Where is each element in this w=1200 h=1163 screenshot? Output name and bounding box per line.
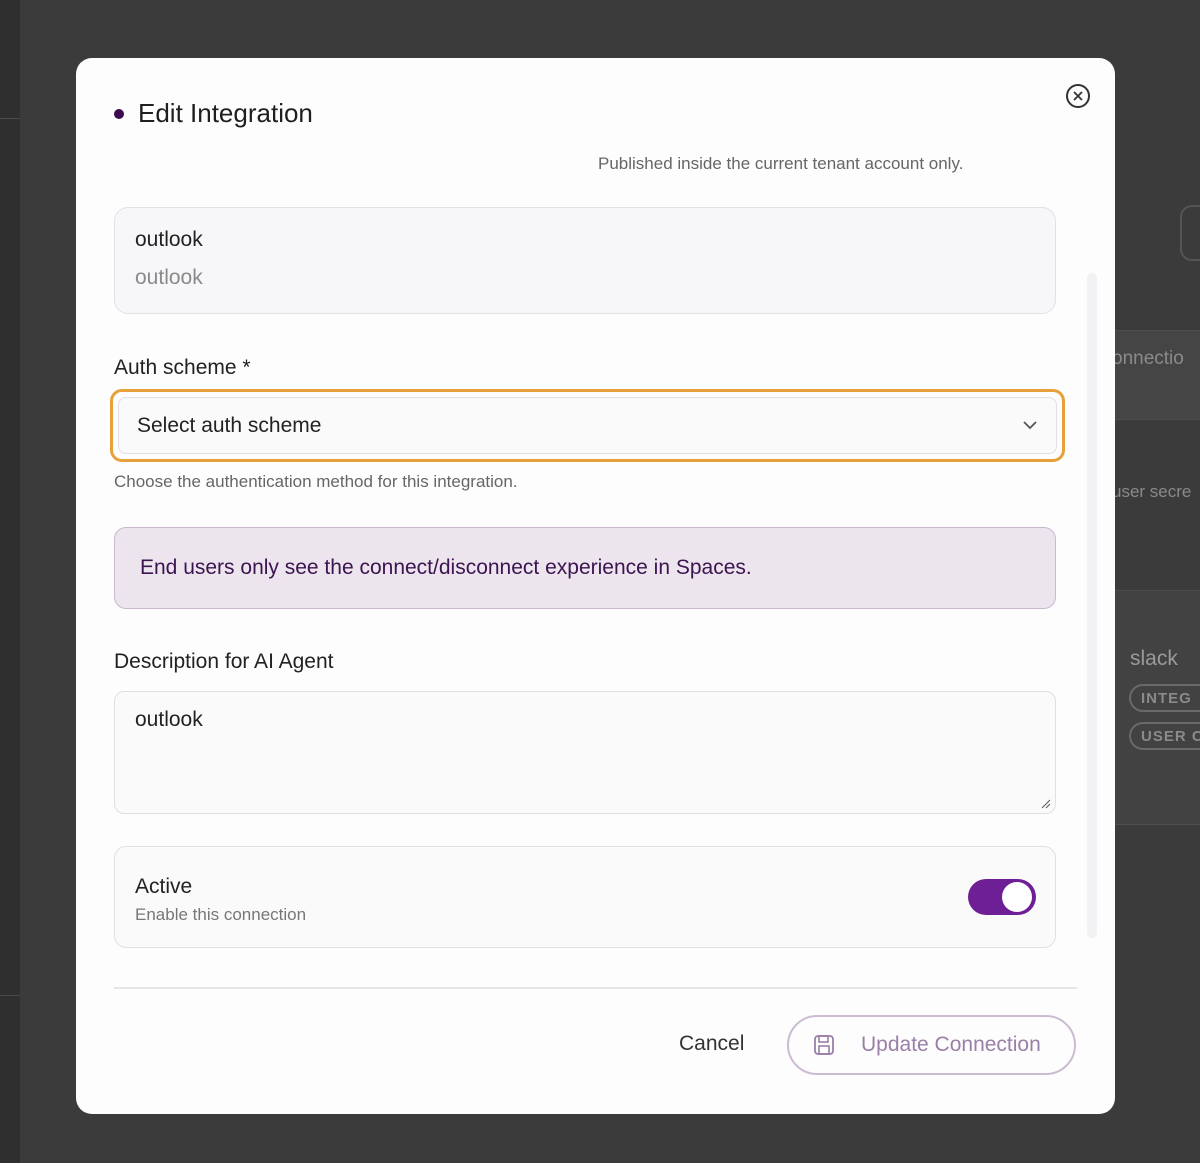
active-subtitle: Enable this connection — [135, 905, 307, 924]
background-card-edge — [1180, 205, 1200, 261]
chevron-down-icon — [1022, 417, 1038, 435]
auth-scheme-placeholder: Select auth scheme — [137, 413, 322, 437]
update-connection-button[interactable]: Update Connection — [787, 1015, 1076, 1075]
active-setting-card: Active Enable this connection — [114, 846, 1056, 948]
active-toggle[interactable] — [968, 879, 1036, 915]
update-connection-label: Update Connection — [861, 1033, 1041, 1056]
background-pill: INTEG — [1129, 684, 1200, 712]
spaces-notice: End users only see the connect/disconnec… — [114, 527, 1056, 609]
auth-scheme-help: Choose the authentication method for thi… — [114, 472, 518, 491]
background-tab-label: onnectio — [1112, 348, 1184, 369]
background-divider — [0, 995, 20, 996]
active-title: Active — [135, 875, 193, 898]
auth-scheme-label: Auth scheme * — [114, 356, 251, 379]
integration-name: outlook — [135, 228, 203, 251]
title-dot-icon — [114, 108, 124, 119]
edit-integration-modal: Edit Integration Published inside the cu… — [76, 58, 1115, 1114]
description-label: Description for AI Agent — [114, 650, 334, 673]
modal-header: Edit Integration — [114, 98, 313, 129]
footer-divider — [114, 987, 1077, 989]
auth-scheme-select[interactable]: Select auth scheme — [118, 397, 1057, 454]
background-pill: USER C — [1129, 722, 1200, 750]
resize-handle-icon[interactable] — [1039, 797, 1051, 809]
background-divider — [0, 118, 20, 119]
integration-name-card: outlook outlook — [114, 207, 1056, 314]
toggle-knob — [1002, 882, 1032, 912]
description-textarea[interactable]: outlook — [114, 691, 1056, 814]
integration-subname: outlook — [135, 266, 203, 289]
background-label: user secre — [1112, 482, 1192, 501]
close-icon[interactable] — [1066, 84, 1090, 108]
auth-scheme-focus-ring: Select auth scheme — [110, 389, 1065, 462]
background-tab — [1110, 330, 1200, 420]
modal-title: Edit Integration — [138, 98, 313, 128]
save-icon — [814, 1035, 834, 1055]
description-value: outlook — [135, 708, 203, 731]
cancel-button[interactable]: Cancel — [679, 1032, 744, 1056]
background-card-title: slack — [1130, 647, 1178, 670]
scrollbar[interactable] — [1087, 273, 1097, 938]
tenant-hint: Published inside the current tenant acco… — [598, 154, 964, 173]
